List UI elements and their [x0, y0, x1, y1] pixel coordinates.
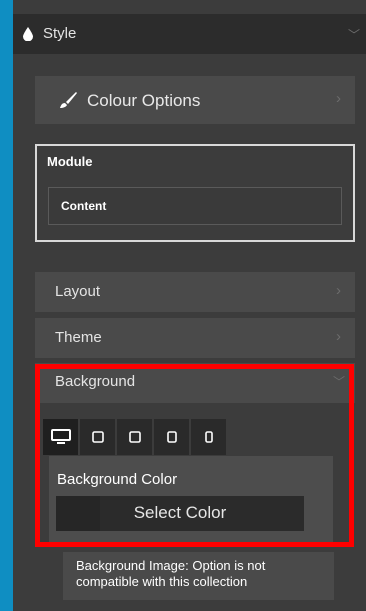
select-color-label: Select Color [133, 503, 227, 522]
chevron-down-icon: ﹀ [332, 375, 345, 389]
colour-options-label: Colour Options [87, 91, 201, 110]
module-title: Module [47, 154, 93, 169]
chevron-right-icon: › [336, 328, 341, 345]
background-color-label: Background Color [57, 471, 178, 488]
chevron-right-icon: › [336, 282, 341, 299]
background-image-note: Background Image: Option is not compatib… [63, 552, 334, 600]
tab-tablet-small[interactable] [154, 419, 189, 455]
desktop-icon [50, 429, 71, 444]
left-accent-bar [0, 0, 13, 611]
chevron-down-icon: ﹀ [347, 28, 360, 42]
mobile-icon [204, 431, 213, 443]
tab-desktop[interactable] [43, 419, 78, 455]
chevron-right-icon: › [336, 90, 341, 107]
colour-options-item[interactable]: Colour Options › [35, 76, 355, 124]
paint-brush-icon [60, 92, 77, 108]
device-tabs [43, 419, 228, 455]
layout-label: Layout [55, 283, 101, 300]
drop-icon [23, 27, 33, 41]
tab-laptop[interactable] [80, 419, 115, 455]
layout-item[interactable]: Layout › [35, 272, 355, 312]
style-section-label: Style [43, 25, 77, 42]
style-section-header[interactable]: Style ﹀ [13, 14, 366, 54]
tab-tablet[interactable] [117, 419, 152, 455]
background-image-note-text: Background Image: Option is not compatib… [76, 558, 266, 589]
tablet-icon [128, 431, 141, 443]
tablet-small-icon [166, 431, 177, 443]
background-label: Background [55, 373, 136, 390]
module-content-option[interactable]: Content [48, 187, 342, 225]
tab-mobile[interactable] [191, 419, 226, 455]
module-content-label: Content [61, 199, 107, 213]
select-color-button[interactable]: Select Color [56, 496, 304, 531]
background-section-header[interactable]: Background ﹀ [35, 363, 355, 403]
background-color-card: Background Color Select Color [49, 456, 333, 542]
theme-label: Theme [55, 329, 102, 346]
module-group: Module Content [35, 144, 355, 242]
laptop-icon [91, 431, 104, 443]
theme-item[interactable]: Theme › [35, 318, 355, 358]
